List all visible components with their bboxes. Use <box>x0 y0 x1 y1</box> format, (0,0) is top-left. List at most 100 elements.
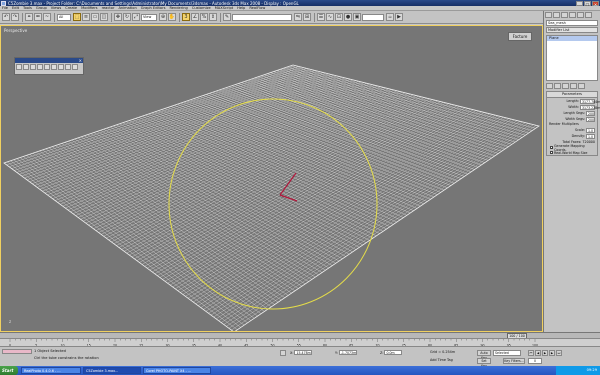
redo-icon[interactable]: ↷ <box>11 13 19 21</box>
key-filters-button[interactable]: Key Filters... <box>503 358 525 364</box>
next-frame-icon[interactable]: ▶ <box>549 350 555 356</box>
modifier-list-dropdown[interactable]: Modifier List <box>546 27 598 33</box>
spinner-snap-icon[interactable]: ⇕ <box>209 13 217 21</box>
scale-icon[interactable]: ⤢ <box>132 13 140 21</box>
remove-modifier-icon[interactable] <box>570 83 577 89</box>
menu-create[interactable]: Create <box>65 6 77 11</box>
selection-lock-icon[interactable] <box>280 350 286 356</box>
scale-input[interactable]: 1.0 <box>586 127 595 133</box>
menu-tools[interactable]: Tools <box>23 6 32 11</box>
width-segs-input[interactable]: 200 <box>586 116 595 122</box>
realflow-export-icon[interactable] <box>16 64 22 70</box>
render-production-icon[interactable]: ☕ <box>386 13 394 21</box>
start-button[interactable]: Start <box>0 366 18 375</box>
motion-tab-icon[interactable] <box>569 12 576 18</box>
viewport-label[interactable]: Perspective <box>4 28 27 33</box>
menu-help[interactable]: Help <box>237 6 245 11</box>
curve-editor-icon[interactable]: ∿ <box>326 13 334 21</box>
maxscript-listener-field[interactable] <box>2 349 32 354</box>
set-key-button[interactable]: Set Key <box>477 358 491 368</box>
percent-snap-icon[interactable]: % <box>200 13 208 21</box>
modify-tab-icon[interactable] <box>553 12 560 18</box>
menu-rendering[interactable]: Rendering <box>169 6 187 11</box>
window-crossing-icon[interactable]: ◫ <box>100 13 108 21</box>
realflow-daemon-icon[interactable] <box>30 64 36 70</box>
checkbox-checked-icon[interactable]: ✓ <box>550 146 554 150</box>
menu-modifiers[interactable]: Modifiers <box>81 6 97 11</box>
realflow-object-icon[interactable] <box>37 64 43 70</box>
align-icon[interactable]: ⊞ <box>303 13 311 21</box>
named-selection-sets-dropdown[interactable] <box>232 13 292 21</box>
minimize-button[interactable]: _ <box>576 0 583 7</box>
length-segs-input[interactable]: 200 <box>586 110 595 116</box>
add-time-tag[interactable]: Add Time Tag <box>430 358 453 362</box>
display-tab-icon[interactable] <box>577 12 584 18</box>
schematic-view-icon[interactable]: ⊡ <box>335 13 343 21</box>
menu-views[interactable]: Views <box>51 6 61 11</box>
bind-space-warp-icon[interactable]: ~ <box>43 13 51 21</box>
mirror-icon[interactable]: ⇋ <box>294 13 302 21</box>
pin-stack-icon[interactable] <box>546 83 553 89</box>
modifier-stack[interactable]: Plane <box>546 35 598 81</box>
move-icon[interactable]: ✥ <box>114 13 122 21</box>
select-object-icon[interactable]: ⬚ <box>73 13 81 21</box>
realflow-wave-icon[interactable] <box>58 64 64 70</box>
perspective-viewport[interactable]: Perspective × Facture z <box>0 25 543 332</box>
realflow-emitter-icon[interactable] <box>23 64 29 70</box>
hierarchy-tab-icon[interactable] <box>561 12 568 18</box>
link-icon[interactable]: ⚭ <box>25 13 33 21</box>
menu-graph-editors[interactable]: Graph Editors <box>141 6 166 11</box>
menu-reactor[interactable]: reactor <box>102 6 115 11</box>
maximize-button[interactable]: □ <box>584 0 591 7</box>
select-by-name-icon[interactable]: ≡ <box>82 13 90 21</box>
floater-close-icon[interactable]: × <box>79 58 82 63</box>
current-frame-input[interactable]: 0 <box>528 358 542 364</box>
rectangular-selection-icon[interactable]: ▭ <box>91 13 99 21</box>
go-to-end-icon[interactable]: ⏭ <box>556 350 562 356</box>
z-input[interactable]: 0.0m <box>384 350 403 355</box>
realflow-help-icon[interactable] <box>72 64 78 70</box>
render-setup-icon[interactable]: ▣ <box>353 13 361 21</box>
undo-icon[interactable]: ↶ <box>2 13 10 21</box>
configure-modifier-sets-icon[interactable] <box>578 83 585 89</box>
checkbox-unchecked-icon[interactable] <box>550 151 553 154</box>
close-button[interactable]: × <box>592 0 599 7</box>
utilities-tab-icon[interactable] <box>585 12 592 18</box>
show-end-result-icon[interactable] <box>554 83 561 89</box>
length-input[interactable]: 3177.784m <box>580 98 600 104</box>
density-input[interactable]: 1.0 <box>586 133 595 139</box>
menu-group[interactable]: Group <box>36 6 47 11</box>
create-tab-icon[interactable] <box>545 12 552 18</box>
angle-snap-icon[interactable]: ∠ <box>191 13 199 21</box>
y-input[interactable]: -1.7073m <box>338 350 357 355</box>
realflow-mesh-icon[interactable] <box>44 64 50 70</box>
menu-realflow[interactable]: RealFlow <box>249 6 265 11</box>
previous-frame-icon[interactable]: ◀ <box>535 350 541 356</box>
material-editor-icon[interactable]: ● <box>344 13 352 21</box>
realflow-settings-icon[interactable] <box>65 64 71 70</box>
track-bar[interactable]: 0510152025303540455055606570758085909510… <box>0 338 600 347</box>
stack-item-plane[interactable]: Plane <box>547 36 597 41</box>
snaps-toggle-icon[interactable]: 3 <box>182 13 190 21</box>
rotate-icon[interactable]: ↻ <box>123 13 131 21</box>
unlink-icon[interactable]: ⚮ <box>34 13 42 21</box>
width-input[interactable]: 3173.228m <box>580 104 600 110</box>
render-type-dropdown[interactable] <box>362 13 384 21</box>
pivot-center-icon[interactable]: ⊕ <box>159 13 167 21</box>
taskbar-app-realphoto[interactable]: RealPhoto 0.4.0.6 - ... <box>21 367 81 374</box>
object-name-field[interactable]: Sea_mesh <box>546 20 598 26</box>
selection-filter-dropdown[interactable]: All <box>57 13 71 21</box>
auto-key-button[interactable]: Auto Key <box>477 350 491 360</box>
key-selection-dropdown[interactable]: Selected <box>493 350 521 356</box>
manipulate-icon[interactable]: ✋ <box>168 13 176 21</box>
menu-edit[interactable]: Edit <box>12 6 19 11</box>
layer-manager-icon[interactable]: ☰ <box>317 13 325 21</box>
taskbar-app-photopaint[interactable]: Corel PHOTO-PAINT X4 - ... <box>143 367 211 374</box>
edit-named-selection-icon[interactable]: ✎ <box>223 13 231 21</box>
menu-file[interactable]: File <box>2 6 8 11</box>
realflow-import-icon[interactable] <box>51 64 57 70</box>
menu-animation[interactable]: Animation <box>118 6 136 11</box>
play-icon[interactable]: ▶ <box>542 350 548 356</box>
menu-customize[interactable]: Customize <box>192 6 211 11</box>
go-to-start-icon[interactable]: ⏮ <box>528 350 534 356</box>
